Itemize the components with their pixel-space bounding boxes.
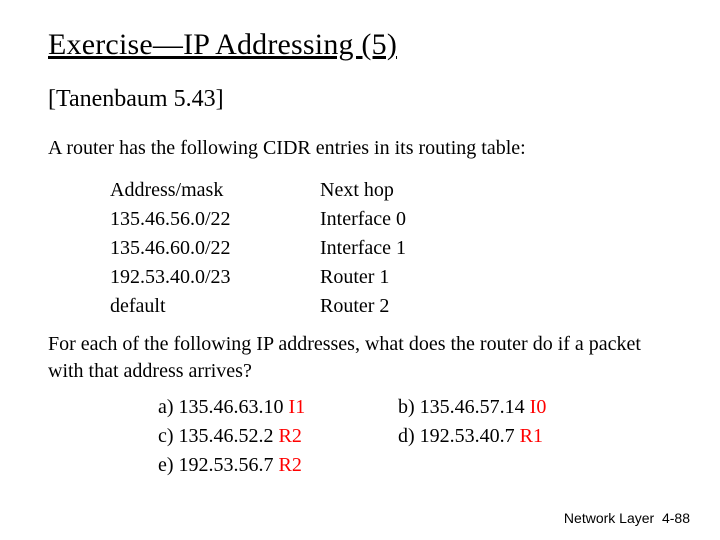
options-block: a) 135.46.63.10 I1 b) 135.46.57.14 I0 c)… <box>158 393 672 480</box>
routing-table: Address/mask Next hop 135.46.56.0/22 Int… <box>110 176 672 321</box>
option-answer: R1 <box>520 425 543 447</box>
option-row: a) 135.46.63.10 I1 b) 135.46.57.14 I0 <box>158 393 672 422</box>
option-e: e) 192.53.56.7 R2 <box>158 451 398 480</box>
table-row: 135.46.60.0/22 Interface 1 <box>110 234 672 263</box>
footer: Network Layer 4-88 <box>564 510 690 526</box>
slide: Exercise—IP Addressing (5) [Tanenbaum 5.… <box>0 0 720 540</box>
header-address: Address/mask <box>110 176 320 205</box>
table-row: 135.46.56.0/22 Interface 0 <box>110 205 672 234</box>
option-answer: I1 <box>289 396 306 418</box>
option-label: c) 135.46.52.2 <box>158 425 274 447</box>
footer-page: 4-88 <box>662 510 690 526</box>
option-b: b) 135.46.57.14 I0 <box>398 393 638 422</box>
prompt-text: A router has the following CIDR entries … <box>48 135 672 162</box>
cell-address: 135.46.60.0/22 <box>110 234 320 263</box>
table-row: 192.53.40.0/23 Router 1 <box>110 263 672 292</box>
cell-address: default <box>110 292 320 321</box>
cell-nexthop: Interface 1 <box>320 234 500 263</box>
question-text: For each of the following IP addresses, … <box>48 331 672 385</box>
option-answer: R2 <box>279 454 302 476</box>
cell-address: 192.53.40.0/23 <box>110 263 320 292</box>
table-row: default Router 2 <box>110 292 672 321</box>
option-row: c) 135.46.52.2 R2 d) 192.53.40.7 R1 <box>158 422 672 451</box>
cell-nexthop: Router 2 <box>320 292 500 321</box>
option-answer: I0 <box>530 396 547 418</box>
cell-address: 135.46.56.0/22 <box>110 205 320 234</box>
option-c: c) 135.46.52.2 R2 <box>158 422 398 451</box>
option-d: d) 192.53.40.7 R1 <box>398 422 638 451</box>
option-answer: R2 <box>279 425 302 447</box>
option-label: a) 135.46.63.10 <box>158 396 284 418</box>
option-a: a) 135.46.63.10 I1 <box>158 393 398 422</box>
option-label: e) 192.53.56.7 <box>158 454 274 476</box>
option-row: e) 192.53.56.7 R2 <box>158 451 672 480</box>
option-label: b) 135.46.57.14 <box>398 396 525 418</box>
table-header-row: Address/mask Next hop <box>110 176 672 205</box>
footer-section: Network Layer <box>564 510 654 526</box>
page-title: Exercise—IP Addressing (5) <box>48 28 672 62</box>
subtitle: [Tanenbaum 5.43] <box>48 86 672 113</box>
cell-nexthop: Router 1 <box>320 263 500 292</box>
option-label: d) 192.53.40.7 <box>398 425 515 447</box>
header-nexthop: Next hop <box>320 176 500 205</box>
cell-nexthop: Interface 0 <box>320 205 500 234</box>
